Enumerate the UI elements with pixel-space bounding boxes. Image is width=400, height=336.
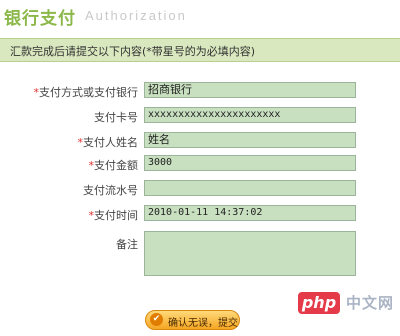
notice-text: 汇款完成后请提交以下内容(*带星号的为必填内容) [10,45,256,58]
serial-number-field[interactable] [144,180,356,196]
field-label: *支付方式或支付银行 [33,86,139,99]
page-subtitle: Authorization [85,8,187,23]
field-label: 支付卡号 [94,111,138,124]
form-row-card-number: 支付卡号 xxxxxxxxxxxxxxxxxxxxxx [0,107,400,125]
page-title: 银行支付 [4,9,76,29]
check-icon: ✔ [150,313,163,326]
amount-field[interactable]: 3000 [144,155,356,171]
field-label: *支付金额 [88,159,139,172]
form-row-amount: *支付金额 3000 [0,155,400,173]
page-header: 银行支付 Authorization [0,0,400,34]
notice-bar: 汇款完成后请提交以下内容(*带星号的为必填内容) [0,38,400,62]
watermark-pill: php [298,292,340,314]
payment-method-field[interactable]: 招商银行 [144,82,356,98]
payment-time-field[interactable]: 2010-01-11 14:37:02 [144,205,356,221]
watermark-text: 中文网 [346,294,395,312]
form-row-payment-time: *支付时间 2010-01-11 14:37:02 [0,205,400,223]
form-row-payer-name: *支付人姓名 姓名 [0,132,400,150]
field-label: 备注 [116,238,138,251]
field-label: 支付流水号 [83,184,138,197]
form-row-payment-method: *支付方式或支付银行 招商银行 [0,82,400,100]
submit-button[interactable]: ✔ 确认无误，提交 [145,310,240,330]
remark-textarea[interactable] [144,231,356,276]
form-row-serial-number: 支付流水号 [0,180,400,198]
card-number-field[interactable]: xxxxxxxxxxxxxxxxxxxxxx [144,107,356,123]
field-label: *支付人姓名 [77,136,139,149]
watermark-logo: php 中文网 [298,292,396,320]
payer-name-field[interactable]: 姓名 [144,132,356,148]
submit-label: 确认无误，提交 [168,318,238,329]
field-label: *支付时间 [88,209,139,222]
